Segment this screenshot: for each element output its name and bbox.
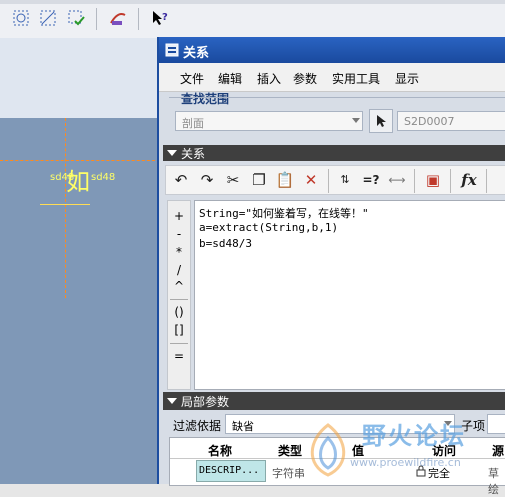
operator-plus[interactable]: + [168, 209, 190, 223]
menu-display[interactable]: 显示 [395, 70, 419, 87]
redo-icon[interactable]: ↷ [196, 169, 218, 191]
local-params-label: 局部参数 [181, 395, 230, 409]
flame-logo-icon [310, 423, 346, 477]
paste-icon[interactable]: 📋 [274, 169, 296, 191]
insert-function-icon[interactable]: fx [458, 169, 480, 191]
operator-minus[interactable]: - [168, 227, 190, 241]
sketch-analyze-icon[interactable] [109, 9, 127, 27]
operator-separator [170, 299, 188, 300]
undo-icon[interactable]: ↶ [170, 169, 192, 191]
toolbar-separator [138, 8, 139, 30]
pick-object-button[interactable] [369, 109, 393, 133]
app-icon [165, 43, 179, 57]
toolbar-separator [96, 8, 97, 30]
watermark-url: www.proewildfire.cn [350, 456, 461, 469]
dimension-line [40, 204, 90, 205]
collapse-triangle-icon [167, 150, 177, 156]
svg-text:?: ? [162, 12, 168, 23]
menu-insert[interactable]: 插入 [257, 70, 281, 87]
object-field[interactable]: S2D0007 [397, 111, 505, 131]
relation-line: String="如何鉴着写，在线等！" [199, 207, 369, 220]
relations-editor[interactable]: String="如何鉴着写，在线等！" a=extract(String,b,1… [194, 200, 505, 390]
column-header-name[interactable]: 名称 [208, 442, 232, 459]
lock-parameter-icon[interactable]: ▣ [422, 169, 444, 191]
relations-section-label: 关系 [181, 147, 206, 161]
chevron-down-icon [352, 118, 360, 123]
context-help-icon[interactable]: ? [151, 9, 169, 27]
dimension-label-right[interactable]: sd48 [91, 172, 115, 183]
dialog-titlebar[interactable]: 关系 [159, 37, 505, 63]
delete-icon[interactable]: ✕ [300, 169, 322, 191]
operator-column: + - * / ^ () [] = [167, 200, 191, 390]
scope-select[interactable]: 剖面 [175, 111, 363, 131]
dialog-title: 关系 [183, 46, 210, 61]
operator-multiply[interactable]: * [168, 245, 190, 259]
relations-toolbar: ↶ ↷ ✂ ❐ 📋 ✕ ⇅ =? ⟷ ▣ fx [165, 165, 505, 195]
toolbar-separator [328, 169, 329, 193]
main-toolbar: ? [0, 0, 505, 39]
operator-parentheses[interactable]: () [168, 305, 190, 319]
switch-dimensions-icon[interactable]: ⇅ [334, 169, 356, 191]
vertical-centerline [65, 118, 66, 298]
horizontal-centerline [0, 160, 160, 161]
filter-label: 过滤依据 [173, 419, 222, 433]
sketch-region-icon[interactable] [39, 9, 57, 27]
operator-equals[interactable]: = [168, 349, 190, 363]
measure-icon[interactable]: ⟷ [386, 169, 408, 191]
menu-edit[interactable]: 编辑 [218, 70, 242, 87]
group-divider [169, 97, 505, 98]
operator-separator [170, 343, 188, 344]
menu-utilities[interactable]: 实用工具 [332, 70, 380, 87]
copy-icon[interactable]: ❐ [248, 169, 270, 191]
relation-line: a=extract(String,b,1) [199, 221, 339, 234]
toolbar-separator [414, 169, 415, 193]
sketch-select-icon[interactable] [12, 9, 30, 27]
operator-divide[interactable]: / [168, 263, 190, 277]
operator-brackets[interactable]: [] [168, 323, 190, 337]
table-row-selected-cell[interactable]: DESCRIP... [196, 460, 266, 482]
graphics-canvas[interactable]: 如 sd48 sd48 [0, 118, 160, 484]
search-scope-label: 查找范围 [181, 92, 230, 106]
toolbar-top-edge [0, 0, 505, 4]
watermark-title: 野火论坛 [362, 422, 466, 450]
local-params-bar[interactable]: 局部参数 [163, 392, 505, 410]
menu-file[interactable]: 文件 [180, 70, 204, 87]
collapse-triangle-icon [167, 398, 177, 404]
scope-value: 剖面 [182, 117, 204, 130]
param-name: DESCRIP... [199, 465, 260, 476]
relation-line: b=sd48/3 [199, 237, 252, 250]
menu-bar: 文件 编辑 插入 参数 实用工具 显示 [159, 63, 505, 92]
filter-value: 缺省 [232, 420, 254, 433]
cut-icon[interactable]: ✂ [222, 169, 244, 191]
sketch-check-icon[interactable] [67, 9, 85, 27]
menu-parameters[interactable]: 参数 [293, 70, 317, 87]
dimension-label-left[interactable]: sd48 [50, 172, 74, 183]
object-value: S2D0007 [404, 115, 455, 128]
toolbar-separator [486, 169, 487, 193]
model-tree-strip [0, 38, 160, 118]
relations-section-bar[interactable]: 关系 [163, 145, 505, 161]
cursor-arrow-icon [377, 115, 386, 127]
forum-watermark: 野火论坛 www.proewildfire.cn [298, 414, 505, 484]
evaluate-icon[interactable]: =? [360, 169, 382, 191]
toolbar-separator [450, 169, 451, 193]
operator-power[interactable]: ^ [168, 279, 190, 293]
